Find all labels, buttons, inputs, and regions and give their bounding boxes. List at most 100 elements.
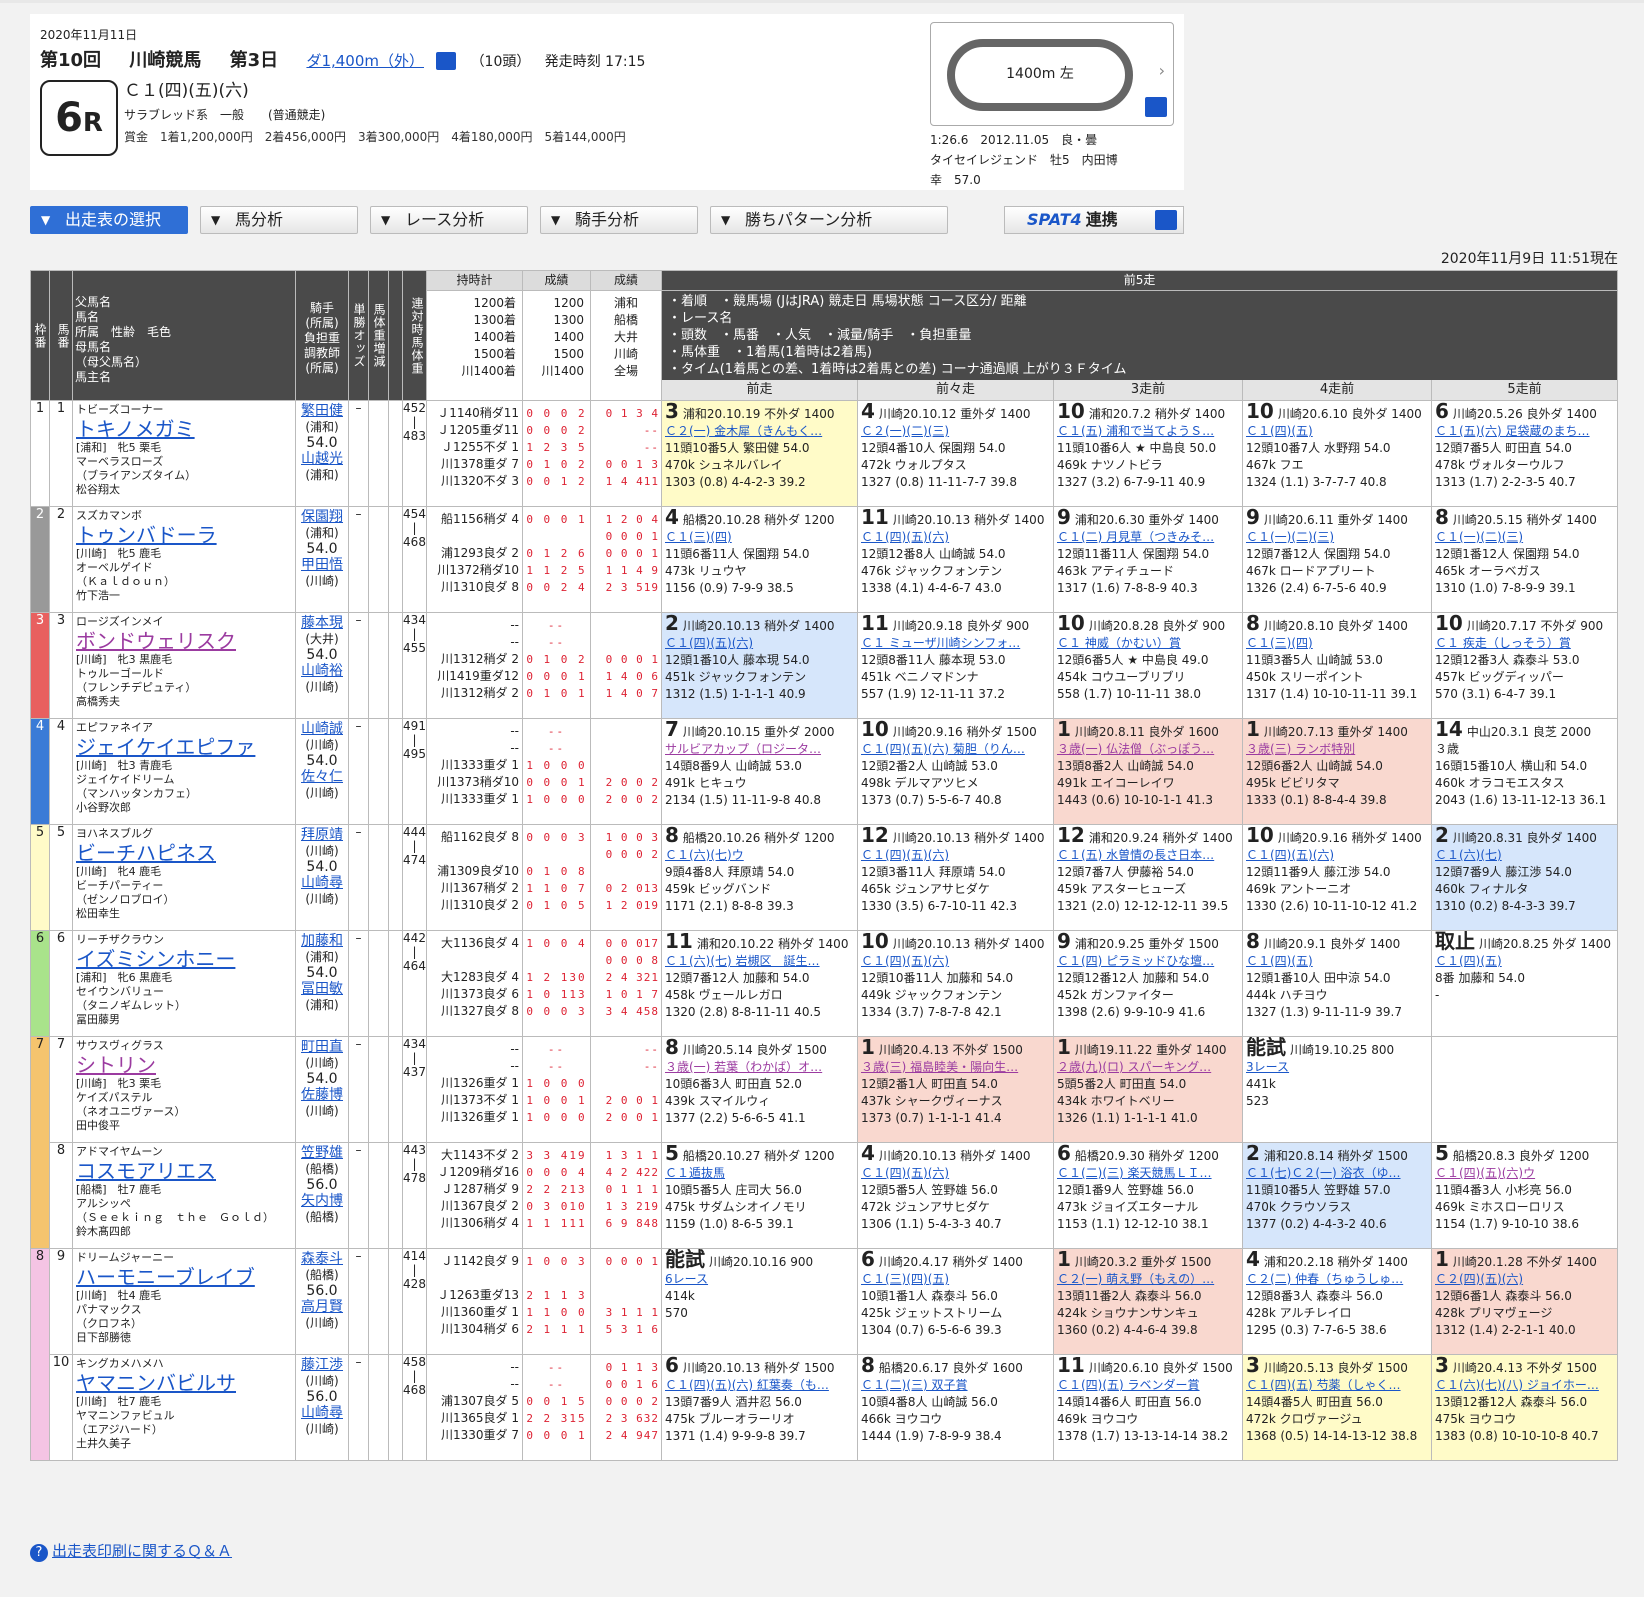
- tab-jockey-analysis[interactable]: ▼ 騎手分析: [540, 206, 698, 234]
- past-race-name[interactable]: Ｃ１(一)(二)(三): [1435, 529, 1614, 546]
- past-race-name[interactable]: Ｃ１(二)(三) 楽天競馬ＬＩ…: [1057, 1165, 1239, 1182]
- horse-name-link[interactable]: ハーモニーブレイブ: [76, 1265, 292, 1289]
- horse-name-link[interactable]: ヤマニンバビルサ: [76, 1371, 292, 1395]
- horse-name-link[interactable]: トキノメガミ: [76, 417, 292, 441]
- jockey-link[interactable]: 拜原靖: [297, 827, 348, 843]
- trainer-link[interactable]: 高月賢: [297, 1299, 348, 1315]
- tab-race-analysis[interactable]: ▼ レース分析: [370, 206, 528, 234]
- past-race-name[interactable]: Ｃ１(四)(五)(六) 紅葉奏（も…: [665, 1377, 854, 1394]
- past-race-name[interactable]: Ｃ１(七)Ｃ２(一) 浴衣（ゆ…: [1246, 1165, 1428, 1182]
- past-race-name[interactable]: ３歳(三) ランボ特別: [1246, 741, 1428, 758]
- carried-weight: 54.0: [306, 435, 338, 451]
- horse-row: 11 トビーズコーナー トキノメガミ [浦和] 牝5 栗毛 マーベラスローズ （…: [30, 400, 1619, 507]
- past-race-name[interactable]: サルビアカップ（ロジータ…: [665, 741, 854, 758]
- horse-name-link[interactable]: ボンドウェリスク: [76, 629, 292, 653]
- past-race-name[interactable]: Ｃ１(六)(七) 岩槻区 誕生…: [665, 953, 854, 970]
- tab-entry-select[interactable]: ▼ 出走表の選択: [30, 206, 188, 234]
- dam-name: ビーチパーティー: [76, 879, 164, 892]
- past-race-name[interactable]: Ｃ２(二) 仲春（ちゅうしゅ…: [1246, 1271, 1428, 1288]
- weight-change: [388, 824, 403, 931]
- past-race-name[interactable]: Ｃ１(五) 浦和で当てようＳ…: [1057, 423, 1239, 440]
- past-race-name[interactable]: Ｃ１遁抜馬: [665, 1165, 854, 1182]
- jockey-link[interactable]: 保園翔: [297, 509, 348, 525]
- past-race-name[interactable]: Ｃ１(六)(七)ウ: [665, 847, 854, 864]
- past-race-name[interactable]: Ｃ１(四) ピラミッドひな壇…: [1057, 953, 1239, 970]
- trainer-link[interactable]: 甲田悟: [297, 557, 348, 573]
- trainer-link[interactable]: 山崎尋: [297, 1405, 348, 1421]
- past-race-name[interactable]: Ｃ１(四)(五)(六)ウ: [1435, 1165, 1614, 1182]
- horse-name-link[interactable]: トゥンバドーラ: [76, 523, 292, 547]
- horse-name-link[interactable]: ジェイケイエピファ: [76, 735, 292, 759]
- past-race-name[interactable]: ３歳(一) 仏法僧（ぶっぽう…: [1057, 741, 1239, 758]
- trainer-link[interactable]: 矢内博: [297, 1193, 348, 1209]
- jockey-link[interactable]: 町田直: [297, 1039, 348, 1055]
- past-race-name[interactable]: Ｃ１(五) 水曽情の長さ日本…: [1057, 847, 1239, 864]
- spat4-link-button[interactable]: SPAT4 連携: [1004, 206, 1184, 234]
- past-race-name[interactable]: Ｃ１(四)(五): [1246, 953, 1428, 970]
- past-race-name[interactable]: 6レース: [665, 1271, 854, 1288]
- jockey-link[interactable]: 藤本現: [297, 615, 348, 631]
- past-race-name[interactable]: Ｃ１(四)(五)(六): [861, 953, 1050, 970]
- body-weight: [368, 400, 389, 507]
- past-race-name[interactable]: Ｃ１(二) 月見草（つきみそ…: [1057, 529, 1239, 546]
- course-diagram[interactable]: 1400m 左 ›: [930, 22, 1174, 126]
- past-race-name[interactable]: Ｃ１(四)(五) 芍薬（しゃく…: [1246, 1377, 1428, 1394]
- past-race-name[interactable]: Ｃ１(三)(四): [665, 529, 854, 546]
- jockey-link[interactable]: 加藤和: [297, 933, 348, 949]
- past-race-name[interactable]: Ｃ１(四)(五): [1246, 423, 1428, 440]
- past-race-name[interactable]: Ｃ１(四)(五): [1435, 953, 1614, 970]
- tab-win-pattern-analysis[interactable]: ▼ 勝ちパターン分析: [710, 206, 948, 234]
- past-race-name[interactable]: Ｃ１(三)(四)(五): [861, 1271, 1050, 1288]
- course-map-icon[interactable]: [1145, 97, 1167, 117]
- past-race-name[interactable]: Ｃ１(四)(五)(六): [861, 529, 1050, 546]
- past-race-name[interactable]: Ｃ１(四)(五)(六): [861, 1165, 1050, 1182]
- owner-name: 土井久美子: [76, 1437, 131, 1450]
- past-race-name[interactable]: Ｃ１(二)(三) 双子賞: [861, 1377, 1050, 1394]
- trainer-link[interactable]: 佐々仁: [297, 769, 348, 785]
- past-race-name[interactable]: Ｃ１(四)(五)(六): [1246, 847, 1428, 864]
- horse-name-link[interactable]: シトリン: [76, 1053, 292, 1077]
- past-race-name[interactable]: ３歳(一) 若葉（わかば）オ…: [665, 1059, 854, 1076]
- chevron-right-icon[interactable]: ›: [1159, 61, 1165, 80]
- trainer-link[interactable]: 山崎裕: [297, 663, 348, 679]
- jockey-link[interactable]: 藤江渉: [297, 1357, 348, 1373]
- horse-name-link[interactable]: ビーチハピネス: [76, 841, 292, 865]
- dam-name: トゥルーゴールド: [76, 667, 164, 680]
- past-race-name[interactable]: Ｃ１ 神威（かむい）賞: [1057, 635, 1239, 652]
- jockey-link[interactable]: 山崎誠: [297, 721, 348, 737]
- past-race-name[interactable]: Ｃ１(三)(四): [1246, 635, 1428, 652]
- past-race-name[interactable]: ３歳(三) 福島睦美・陽向生…: [861, 1059, 1050, 1076]
- trainer-link[interactable]: 山崎尋: [297, 875, 348, 891]
- trainer-link[interactable]: 山越光: [297, 451, 348, 467]
- past-race-name[interactable]: Ｃ１(六)(七)(八) ジョイホー…: [1435, 1377, 1614, 1394]
- trainer-link[interactable]: 冨田敏: [297, 981, 348, 997]
- past-race-name[interactable]: Ｃ１(六)(七): [1435, 847, 1614, 864]
- past-place: 9: [1246, 506, 1260, 529]
- jockey-link[interactable]: 笠野雄: [297, 1145, 348, 1161]
- past-race-name[interactable]: ２歳(九)(ロ) スパーキング…: [1057, 1059, 1239, 1076]
- past-race-time: 1327 (3.2) 6-7-9-11 40.9: [1057, 475, 1206, 489]
- horse-name-link[interactable]: イズミシンホニー: [76, 947, 292, 971]
- past-race-name[interactable]: Ｃ１(四)(五)(六) 菊胆（りん…: [861, 741, 1050, 758]
- past-race-name[interactable]: Ｃ２(一)(二)(三): [861, 423, 1050, 440]
- past-race-name[interactable]: Ｃ１(四)(五)(六): [861, 847, 1050, 864]
- print-qa-link[interactable]: ? 出走表印刷に関するＱ＆Ａ: [30, 1540, 232, 1562]
- jockey-link[interactable]: 森泰斗: [297, 1251, 348, 1267]
- past-race-name[interactable]: Ｃ１(五)(六) 足袋蔵のまち…: [1435, 423, 1614, 440]
- past-race-name[interactable]: Ｃ２(一) 萌え野（もえの）…: [1057, 1271, 1239, 1288]
- past-race-name[interactable]: Ｃ１(四)(五)(六): [665, 635, 854, 652]
- jockey-link[interactable]: 繁田健: [297, 403, 348, 419]
- past-race-name[interactable]: Ｃ１ 疾走（しっそう）賞: [1435, 635, 1614, 652]
- race-distance-link[interactable]: ダ1,400m（外）: [306, 52, 424, 70]
- past-race-name[interactable]: Ｃ１(四)(五) ラベンダー賞: [1057, 1377, 1239, 1394]
- past-race-name[interactable]: Ｃ１(一)(二)(三): [1246, 529, 1428, 546]
- course-map-icon[interactable]: [436, 52, 457, 70]
- trainer-link[interactable]: 佐藤博: [297, 1087, 348, 1103]
- past-race-name[interactable]: Ｃ１ ミューザ川崎シンフォ…: [861, 635, 1050, 652]
- past-race-name[interactable]: 3レース: [1246, 1059, 1428, 1076]
- past-race-name[interactable]: Ｃ２(一) 金木犀（きんもく…: [665, 423, 854, 440]
- tab-horse-analysis[interactable]: ▼ 馬分析: [200, 206, 358, 234]
- past-race-time: 1444 (1.9) 7-8-9-9 38.4: [861, 1429, 1002, 1443]
- past-race-name[interactable]: Ｃ２(四)(五)(六): [1435, 1271, 1614, 1288]
- horse-name-link[interactable]: コスモアリエス: [76, 1159, 292, 1183]
